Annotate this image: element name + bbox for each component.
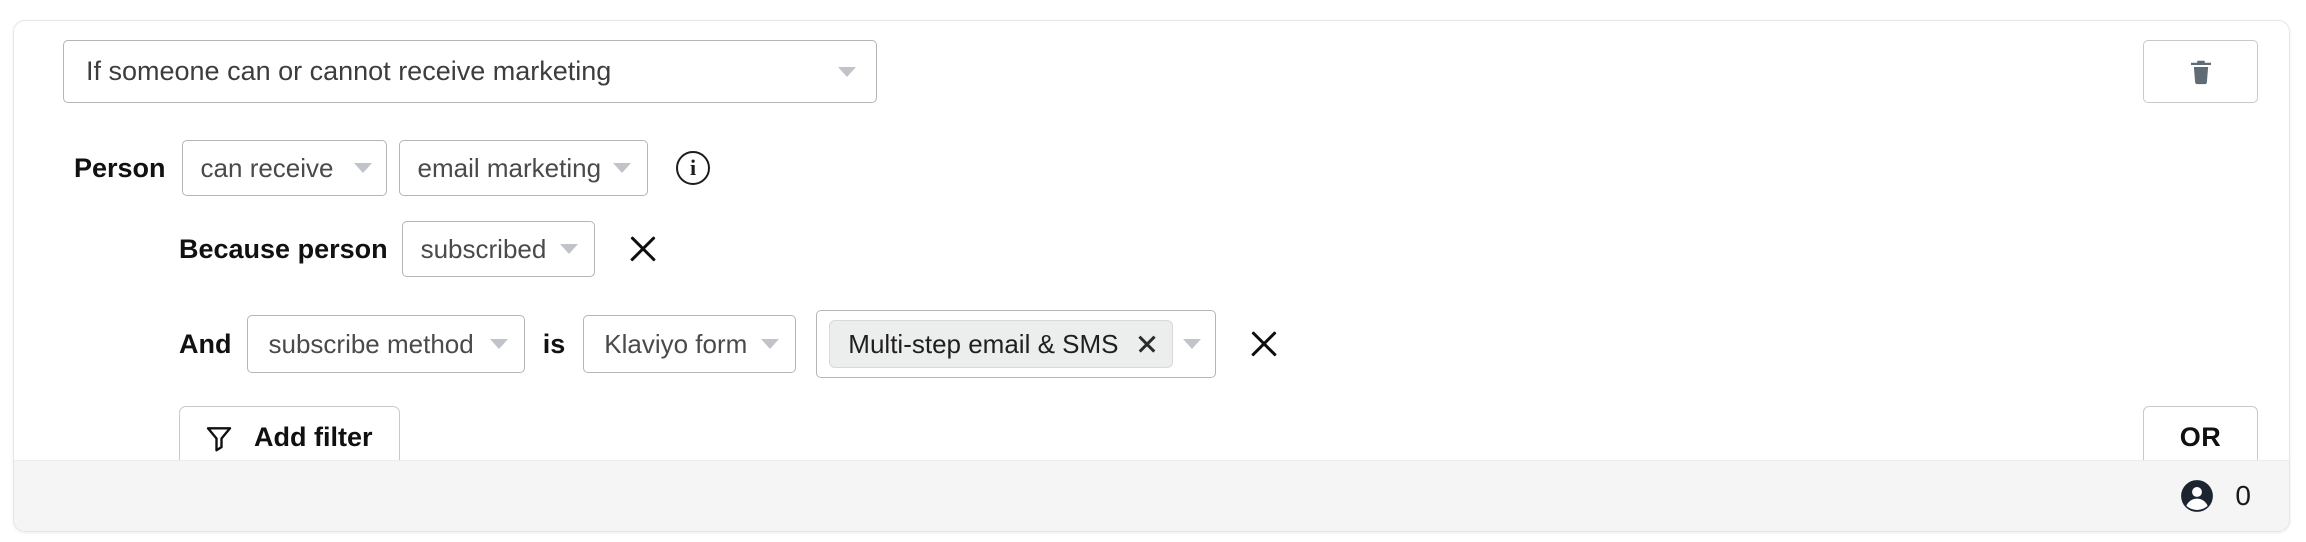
- and-attribute-select[interactable]: subscribe method: [247, 315, 524, 373]
- chevron-down-icon: [560, 244, 578, 254]
- screen-root: If someone can or cannot receive marketi…: [0, 0, 2306, 542]
- selected-value-chip: Multi-step email & SMS: [829, 320, 1173, 368]
- selected-value-chip-label: Multi-step email & SMS: [848, 331, 1118, 357]
- info-icon[interactable]: i: [676, 151, 710, 185]
- remove-because-row-button[interactable]: [621, 227, 665, 271]
- person-row: Person can receive email marketing i: [74, 136, 710, 200]
- add-filter-label: Add filter: [254, 422, 373, 453]
- and-operator-label: is: [543, 329, 566, 360]
- trash-icon: [2186, 56, 2216, 88]
- and-row-label: And: [179, 329, 231, 360]
- person-count-value: 0: [2235, 480, 2251, 512]
- remove-and-row-button[interactable]: [1242, 322, 1286, 366]
- and-source-select[interactable]: Klaviyo form: [583, 315, 796, 373]
- person-channel-value: email marketing: [418, 155, 602, 181]
- person-count: 0: [2179, 478, 2251, 514]
- condition-type-value: If someone can or cannot receive marketi…: [86, 58, 611, 85]
- delete-condition-button[interactable]: [2143, 40, 2258, 103]
- because-person-label: Because person: [179, 234, 388, 265]
- chevron-down-icon: [613, 163, 631, 173]
- and-value-multiselect[interactable]: Multi-step email & SMS: [816, 310, 1216, 378]
- and-filter-row: And subscribe method is Klaviyo form Mul…: [179, 309, 1286, 379]
- person-row-label: Person: [74, 153, 166, 184]
- because-reason-select[interactable]: subscribed: [402, 221, 596, 277]
- chevron-down-icon: [761, 339, 779, 349]
- condition-type-select[interactable]: If someone can or cannot receive marketi…: [63, 40, 877, 103]
- person-icon: [2179, 478, 2215, 514]
- person-channel-select[interactable]: email marketing: [399, 140, 649, 196]
- and-source-value: Klaviyo form: [604, 331, 747, 357]
- chevron-down-icon: [1183, 339, 1201, 349]
- segment-condition-card: If someone can or cannot receive marketi…: [13, 20, 2290, 532]
- condition-card-body: If someone can or cannot receive marketi…: [14, 21, 2289, 461]
- chevron-down-icon: [354, 163, 372, 173]
- funnel-icon: [204, 423, 234, 453]
- or-button-label: OR: [2180, 422, 2222, 453]
- person-permission-value: can receive: [201, 155, 334, 181]
- chevron-down-icon: [838, 67, 856, 77]
- because-person-row: Because person subscribed: [179, 219, 665, 279]
- info-icon-glyph: i: [690, 157, 696, 179]
- person-permission-select[interactable]: can receive: [182, 140, 387, 196]
- close-icon[interactable]: [1136, 333, 1158, 355]
- and-attribute-value: subscribe method: [268, 331, 473, 357]
- because-reason-value: subscribed: [421, 236, 547, 262]
- chevron-down-icon: [490, 339, 508, 349]
- condition-card-footer: 0: [14, 460, 2289, 531]
